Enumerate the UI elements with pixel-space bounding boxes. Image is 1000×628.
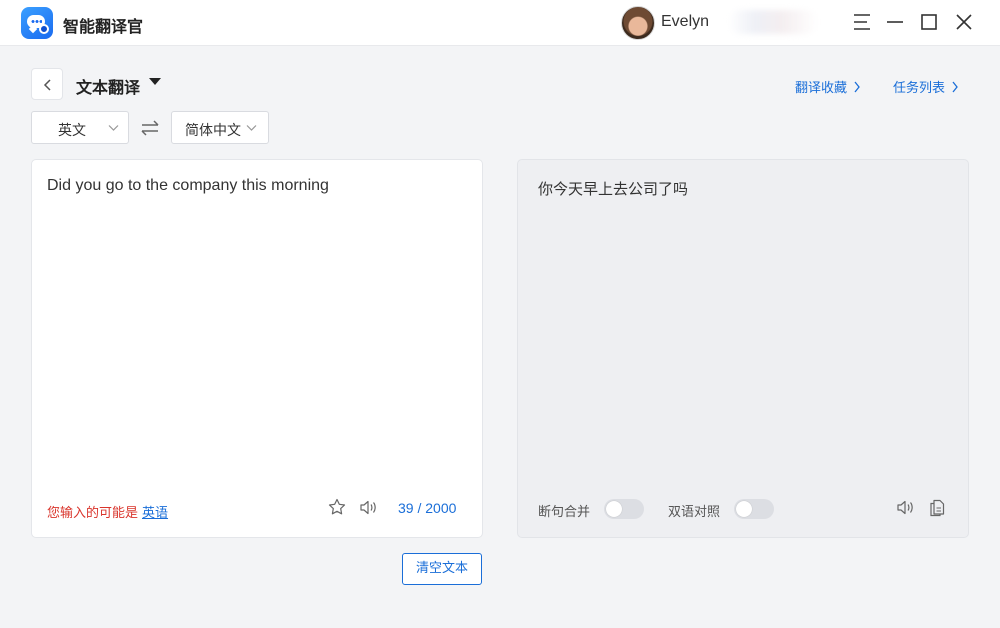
app-logo-icon xyxy=(21,7,53,39)
source-language-value: 英文 xyxy=(58,123,86,139)
maximize-icon[interactable] xyxy=(918,11,940,33)
page-title[interactable]: 文本翻译 xyxy=(76,74,140,98)
menu-icon[interactable] xyxy=(851,11,873,33)
speaker-icon[interactable] xyxy=(896,499,915,516)
favorites-link[interactable]: 翻译收藏 xyxy=(795,77,861,96)
chevron-down-icon xyxy=(246,125,257,131)
source-language-select[interactable]: 英文 xyxy=(31,111,129,144)
bilingual-toggle[interactable] xyxy=(734,499,774,519)
caret-down-icon[interactable] xyxy=(149,78,161,85)
username[interactable]: Evelyn xyxy=(661,13,709,31)
target-language-select[interactable]: 简体中文 xyxy=(171,111,269,144)
merge-sentences-label: 断句合并 xyxy=(538,505,591,520)
avatar[interactable] xyxy=(621,6,655,40)
favorites-link-label: 翻译收藏 xyxy=(795,81,848,96)
chevron-left-icon xyxy=(43,79,51,91)
translation-result-panel: 你今天早上去公司了吗 断句合并 双语对照 xyxy=(517,159,969,538)
chevron-right-icon xyxy=(952,81,958,92)
copy-icon[interactable] xyxy=(929,499,945,517)
source-text-panel[interactable]: Did you go to the company this morning 您… xyxy=(31,159,483,538)
detected-language-link[interactable]: 英语 xyxy=(142,506,168,521)
target-language-value: 简体中文 xyxy=(185,123,241,139)
app-title: 智能翻译官 xyxy=(63,17,144,36)
translation-text: 你今天早上去公司了吗 xyxy=(538,180,689,198)
minimize-icon[interactable] xyxy=(884,11,906,33)
task-list-link-label: 任务列表 xyxy=(893,81,946,96)
character-count: 39 / 2000 xyxy=(398,500,457,516)
task-list-link[interactable]: 任务列表 xyxy=(893,77,959,96)
merge-sentences-toggle[interactable] xyxy=(604,499,644,519)
redacted-area xyxy=(728,10,818,34)
star-icon[interactable] xyxy=(328,498,346,516)
speaker-icon[interactable] xyxy=(359,499,378,516)
chevron-down-icon xyxy=(108,125,119,131)
back-button[interactable] xyxy=(31,68,63,100)
language-detection-hint: 您输入的可能是 英语 xyxy=(47,502,168,521)
clear-text-button[interactable]: 清空文本 xyxy=(402,553,482,585)
detection-prefix: 您输入的可能是 xyxy=(47,506,139,521)
title-bar: 智能翻译官 Evelyn xyxy=(0,0,1000,46)
bilingual-label: 双语对照 xyxy=(668,505,721,520)
swap-languages-icon[interactable] xyxy=(140,119,160,137)
close-icon[interactable] xyxy=(953,11,975,33)
chevron-right-icon xyxy=(854,81,860,92)
source-textarea[interactable]: Did you go to the company this morning xyxy=(47,177,329,195)
